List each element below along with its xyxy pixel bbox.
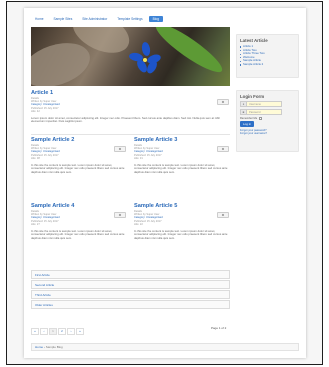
meta-hits: Hits: 27 bbox=[31, 222, 40, 226]
flower-petal bbox=[140, 41, 152, 57]
article-meta: Details Written by Super User Category: … bbox=[134, 210, 230, 226]
breadcrumb-current: Sample Blog bbox=[45, 345, 63, 349]
more-article-link[interactable]: Older Articles bbox=[31, 300, 230, 309]
more-article-link[interactable]: Third Article bbox=[31, 290, 230, 299]
more-article-link[interactable]: Second Article bbox=[31, 280, 230, 289]
meta-hits: Hits: 22 bbox=[134, 222, 143, 226]
article-card: Sample Article 2 Details Written by Supe… bbox=[31, 137, 127, 199]
more-article-link[interactable]: First Article bbox=[31, 270, 230, 279]
article-tools-button[interactable]: ⚙ bbox=[217, 99, 229, 105]
article-title[interactable]: Sample Article 4 bbox=[31, 203, 127, 209]
top-navigation: Home Sample Sites Site Administrator Tem… bbox=[31, 14, 299, 24]
remember-me-row: Remember Me bbox=[240, 117, 295, 120]
article-tools-button[interactable]: ⚙ bbox=[217, 146, 229, 152]
login-button[interactable]: Log in bbox=[240, 121, 254, 127]
nav-item-template-settings[interactable]: Template Settings bbox=[113, 16, 146, 22]
meta-hits: Hits: 38 bbox=[31, 156, 40, 160]
divider bbox=[31, 134, 230, 135]
latest-articles-module: Latest Article Article 1 Article Two Art… bbox=[236, 34, 299, 78]
password-field[interactable]: ■ Password bbox=[240, 109, 282, 115]
pagination-prev-button[interactable]: ‹ bbox=[40, 328, 48, 335]
pagination-next-button[interactable]: › bbox=[67, 328, 75, 335]
password-placeholder: Password bbox=[249, 110, 261, 114]
article-card: Sample Article 4 Details Written by Supe… bbox=[31, 203, 127, 265]
username-placeholder: Username bbox=[249, 102, 261, 106]
pagination: « ‹ 1 2 › » bbox=[31, 328, 84, 335]
pagination-first-button[interactable]: « bbox=[31, 328, 39, 335]
module-title: Login Form bbox=[240, 94, 265, 99]
article-tools-button[interactable]: ⚙ bbox=[217, 212, 229, 218]
nav-item-sample-sites[interactable]: Sample Sites bbox=[50, 16, 77, 22]
module-title: Latest Article bbox=[240, 38, 268, 43]
article-title[interactable]: Sample Article 3 bbox=[134, 137, 230, 143]
breadcrumb-separator: › bbox=[43, 345, 45, 349]
forgot-username-link[interactable]: Forgot your username? bbox=[240, 132, 295, 135]
article-meta: Details Written by Super User Category: … bbox=[31, 210, 127, 226]
nav-item-blog[interactable]: Blog bbox=[148, 16, 164, 22]
page-count: Page 1 of 2 bbox=[211, 326, 227, 330]
nav-item-home[interactable]: Home bbox=[31, 16, 48, 22]
article-meta: Details Written by Super User Category: … bbox=[134, 144, 230, 160]
breadcrumb: Home › Sample Blog bbox=[31, 343, 299, 351]
flower-center bbox=[143, 58, 147, 62]
login-form-module: Login Form ● Username ■ Password Remembe… bbox=[236, 90, 299, 152]
remember-me-checkbox[interactable] bbox=[259, 117, 263, 120]
breadcrumb-home[interactable]: Home bbox=[35, 345, 43, 349]
article-text: In this site the content is sample text.… bbox=[31, 163, 125, 174]
article-card: Sample Article 5 Details Written by Supe… bbox=[134, 203, 230, 265]
pagination-page-1[interactable]: 1 bbox=[49, 328, 57, 335]
article-text: In this site the content is sample text.… bbox=[134, 229, 228, 240]
article-tools-button[interactable]: ⚙ bbox=[114, 146, 126, 152]
article-text: In this site the content is sample text.… bbox=[31, 229, 125, 240]
latest-article-link[interactable]: Sample Article 2 bbox=[240, 62, 295, 67]
remember-me-label: Remember Me bbox=[240, 117, 258, 120]
latest-articles-list: Article 1 Article Two Article Three Two … bbox=[240, 44, 295, 67]
article-title[interactable]: Sample Article 5 bbox=[134, 203, 230, 209]
username-field[interactable]: ● Username bbox=[240, 101, 282, 107]
article-text: Lorem ipsum dolor sit amet, consectetur … bbox=[31, 116, 221, 124]
article-title[interactable]: Sample Article 2 bbox=[31, 137, 127, 143]
article-card: Sample Article 3 Details Written by Supe… bbox=[134, 137, 230, 199]
banner-image bbox=[31, 27, 230, 86]
pagination-last-button[interactable]: » bbox=[76, 328, 84, 335]
article-tools-button[interactable]: ⚙ bbox=[114, 212, 126, 218]
meta-hits: Hits: 42 bbox=[31, 109, 40, 113]
article-text: In this site the content is sample text.… bbox=[134, 163, 228, 174]
blue-flower-image bbox=[128, 41, 163, 76]
page-container: Home Sample Sites Site Administrator Tem… bbox=[24, 8, 306, 358]
pagination-page-2[interactable]: 2 bbox=[58, 328, 66, 335]
article-meta: Details Written by Super User Category: … bbox=[31, 144, 127, 160]
featured-article: Article 1 Details Written by Super User … bbox=[31, 90, 230, 130]
article-title[interactable]: Article 1 bbox=[31, 90, 230, 96]
nav-item-site-administrator[interactable]: Site Administrator bbox=[78, 16, 111, 22]
article-meta: Details Written by Super User Category: … bbox=[31, 97, 230, 113]
meta-hits: Hits: 31 bbox=[134, 156, 143, 160]
